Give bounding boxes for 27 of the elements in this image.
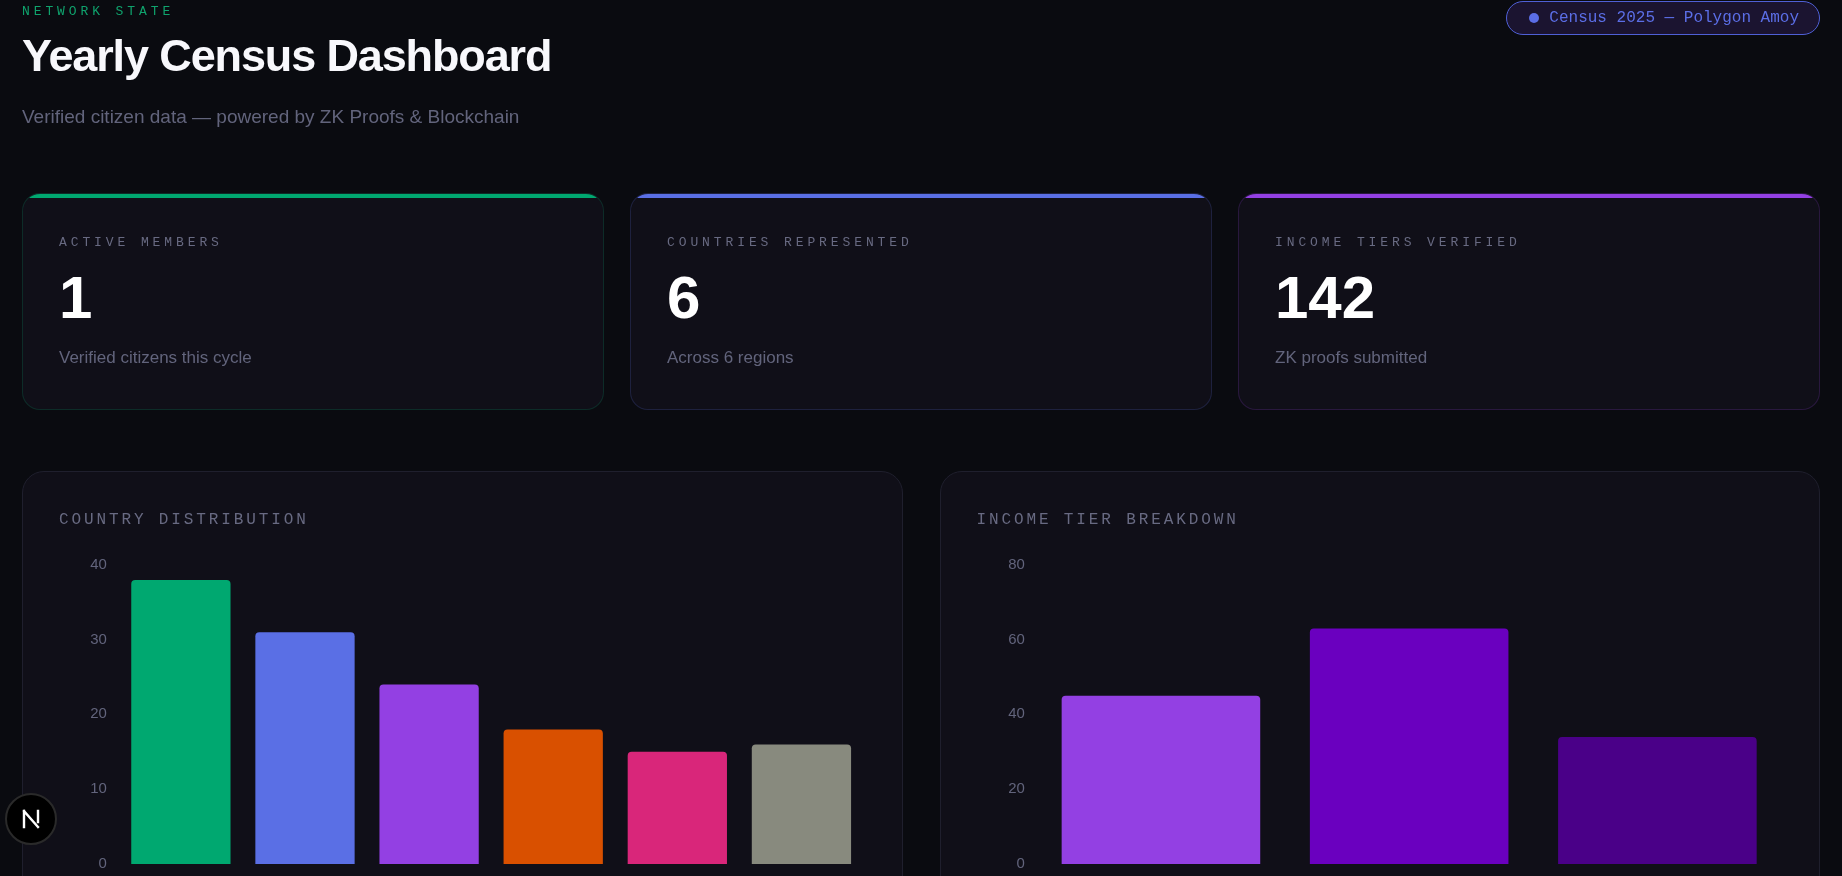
stat-label: ACTIVE MEMBERS [59, 234, 223, 251]
axis-tick-label: 0 [1016, 853, 1025, 871]
stat-label: INCOME TIERS VERIFIED [1275, 234, 1521, 251]
chart-title: COUNTRY DISTRIBUTION [59, 510, 309, 530]
stat-label: COUNTRIES REPRESENTED [667, 234, 913, 251]
stat-caption: Verified citizens this cycle [59, 347, 252, 369]
stat-value: 6 [667, 268, 701, 328]
stat-caption: Across 6 regions [667, 347, 794, 369]
eyebrow-label: NETWORK STATE [22, 4, 175, 20]
chart-title: INCOME TIER BREAKDOWN [976, 510, 1239, 530]
axis-tick-label: 0 [98, 853, 107, 871]
axis-tick-label: 40 [90, 554, 107, 572]
axis-tick-label: 20 [90, 704, 107, 722]
page-subtitle: Verified citizen data — powered by ZK Proofs & Blockchain [22, 105, 520, 129]
logo-button[interactable] [5, 793, 57, 845]
axis-tick-label: 10 [90, 779, 107, 797]
axis-tick-label: 20 [1007, 779, 1025, 797]
page-title: Yearly Census Dashboard [22, 29, 552, 83]
axis-tick-label: 60 [1007, 629, 1025, 647]
stat-caption: ZK proofs submitted [1275, 347, 1428, 369]
n-logo-icon [21, 809, 41, 829]
axis-tick-label: 80 [1007, 554, 1025, 572]
axis-tick-label: 40 [1007, 704, 1025, 722]
axis-tick-label: 30 [90, 629, 107, 647]
badge-text: Census 2025 — Polygon Amoy [1549, 8, 1799, 28]
stat-value: 142 [1275, 268, 1376, 328]
stat-value: 1 [59, 268, 93, 328]
